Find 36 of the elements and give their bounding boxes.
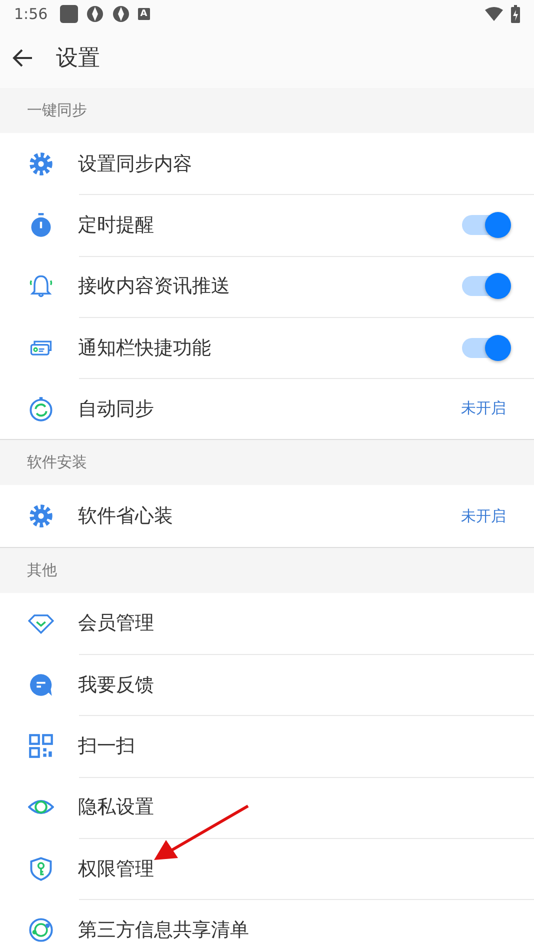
status-time: 1:56 [14,5,48,23]
battery-icon [511,5,520,23]
status-value: 未开启 [461,506,506,526]
gear-icon [28,503,54,530]
bell-icon [28,273,54,300]
settings-item[interactable]: 通知栏快捷功能 [78,336,211,359]
settings-item[interactable]: 会员管理 [78,612,154,634]
settings-item[interactable]: 第三方信息共享清单 [78,918,249,941]
chat-icon [28,672,54,698]
settings-item[interactable]: 接收内容资讯推送 [78,275,230,298]
settings-item[interactable]: 权限管理 [78,858,154,880]
toggle-switch[interactable] [462,338,508,358]
settings-item[interactable]: 自动同步 [78,398,154,420]
shield-key-icon [28,856,54,882]
aperture-icon [86,5,104,23]
orbit-icon [28,916,54,943]
section-header: 软件安装 [27,453,87,472]
section-header: 其他 [27,560,57,580]
status-value: 未开启 [461,399,506,418]
notification-icon: A [138,8,150,20]
section-header: 一键同步 [27,101,87,120]
toggle-switch[interactable] [462,214,508,235]
page-title: 设置 [56,45,100,73]
settings-item[interactable]: 我要反馈 [78,674,154,696]
gear-icon [28,150,54,177]
wifi-icon [485,7,503,21]
sync-icon [28,396,54,422]
settings-item[interactable]: 隐私设置 [78,796,154,818]
settings-item[interactable]: 定时提醒 [78,214,154,236]
settings-item[interactable]: 设置同步内容 [78,152,192,175]
settings-item[interactable]: 软件省心装 [78,505,173,528]
toggle-switch[interactable] [462,276,508,296]
qr-code-icon [28,733,54,760]
square-icon [60,5,78,23]
settings-item[interactable]: 扫一扫 [78,735,135,758]
aperture-icon [112,5,130,23]
